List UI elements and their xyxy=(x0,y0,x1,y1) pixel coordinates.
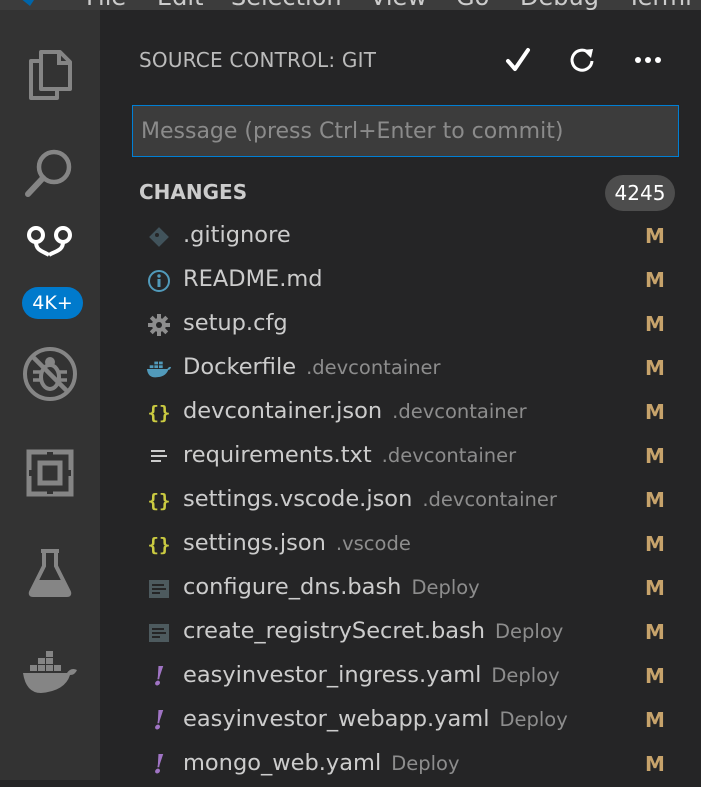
more-actions-button[interactable] xyxy=(631,43,665,77)
file-row-create-registry-secret[interactable]: create_registrySecret.bash Deploy M xyxy=(132,611,701,655)
file-row-setup-cfg[interactable]: setup.cfg M xyxy=(132,303,701,347)
modified-status: M xyxy=(645,532,665,556)
files-icon xyxy=(29,50,72,100)
search-button[interactable] xyxy=(0,128,100,218)
explorer-button[interactable] xyxy=(0,30,100,120)
modified-status: M xyxy=(645,664,665,688)
file-name: settings.vscode.json .devcontainer xyxy=(183,486,557,512)
modified-status: M xyxy=(645,488,665,512)
git-icon xyxy=(146,224,172,250)
file-row-settings-vscode-json[interactable]: {} settings.vscode.json .devcontainer M xyxy=(132,479,701,523)
json-icon: {} xyxy=(147,534,171,556)
menu-terminal[interactable]: Termi xyxy=(627,0,692,10)
file-name: create_registrySecret.bash Deploy xyxy=(183,618,564,644)
json-icon: {} xyxy=(147,402,171,424)
file-row-readme[interactable]: README.md M xyxy=(132,259,701,303)
docker-icon xyxy=(146,356,172,382)
changes-count-badge: 4245 xyxy=(605,175,675,211)
ellipsis-icon xyxy=(635,57,661,63)
no-debug-icon xyxy=(23,347,77,401)
file-name: Dockerfile .devcontainer xyxy=(183,354,441,380)
docker-button[interactable] xyxy=(0,628,100,718)
menu-go[interactable]: Go xyxy=(456,0,489,10)
yaml-icon: ! xyxy=(153,706,165,736)
modified-status: M xyxy=(645,268,665,292)
modified-status: M xyxy=(645,312,665,336)
yaml-icon: ! xyxy=(153,750,165,780)
commit-message-input[interactable] xyxy=(132,105,679,157)
file-row-devcontainer-json[interactable]: {} devcontainer.json .devcontainer M xyxy=(132,391,701,435)
text-file-icon xyxy=(146,444,172,470)
file-row-easyinvestor-ingress[interactable]: ! easyinvestor_ingress.yaml Deploy M xyxy=(132,655,701,699)
activity-bar: 4K+ xyxy=(0,10,100,780)
file-row-configure-dns[interactable]: configure_dns.bash Deploy M xyxy=(132,567,701,611)
refresh-icon xyxy=(570,48,594,72)
panel-title: SOURCE CONTROL: GIT xyxy=(139,48,377,72)
debug-button[interactable] xyxy=(0,329,100,419)
flask-icon xyxy=(28,549,72,597)
file-row-mongo-web[interactable]: ! mongo_web.yaml Deploy M xyxy=(132,743,701,787)
search-icon xyxy=(25,149,72,197)
menu-bar: File Edit Selection View Go Debug Termi xyxy=(0,0,701,10)
info-icon xyxy=(146,268,172,294)
modified-status: M xyxy=(645,576,665,600)
modified-status: M xyxy=(645,708,665,732)
source-control-icon xyxy=(27,226,72,257)
file-name: easyinvestor_webapp.yaml Deploy xyxy=(183,706,568,732)
menu-edit[interactable]: Edit xyxy=(157,0,203,10)
menu-view[interactable]: View xyxy=(370,0,427,10)
modified-status: M xyxy=(645,752,665,776)
modified-status: M xyxy=(645,620,665,644)
file-name: configure_dns.bash Deploy xyxy=(183,574,480,600)
gear-icon xyxy=(146,312,172,338)
check-icon xyxy=(506,48,530,71)
vscode-logo-icon xyxy=(22,0,34,6)
menu-file[interactable]: File xyxy=(86,0,126,10)
file-row-gitignore[interactable]: .gitignore M xyxy=(132,215,701,259)
file-name: easyinvestor_ingress.yaml Deploy xyxy=(183,662,560,688)
extensions-button[interactable] xyxy=(0,428,100,518)
commit-button[interactable] xyxy=(501,43,535,77)
shell-icon xyxy=(146,620,172,646)
test-button[interactable] xyxy=(0,528,100,618)
file-row-easyinvestor-webapp[interactable]: ! easyinvestor_webapp.yaml Deploy M xyxy=(132,699,701,743)
file-name: setup.cfg xyxy=(183,310,288,336)
modified-status: M xyxy=(645,444,665,468)
menu-debug[interactable]: Debug xyxy=(520,0,599,10)
modified-status: M xyxy=(645,356,665,380)
extensions-icon xyxy=(26,449,74,497)
docker-icon xyxy=(23,651,77,693)
file-row-settings-json[interactable]: {} settings.json .vscode M xyxy=(132,523,701,567)
changes-header[interactable]: CHANGES xyxy=(139,180,247,204)
refresh-button[interactable] xyxy=(565,43,599,77)
file-name: mongo_web.yaml Deploy xyxy=(183,750,460,776)
modified-status: M xyxy=(645,224,665,248)
file-name: devcontainer.json .devcontainer xyxy=(183,398,527,424)
file-name: settings.json .vscode xyxy=(183,530,411,556)
shell-icon xyxy=(146,576,172,602)
yaml-icon: ! xyxy=(153,662,165,692)
file-row-requirements-txt[interactable]: requirements.txt .devcontainer M xyxy=(132,435,701,479)
file-row-dockerfile[interactable]: Dockerfile .devcontainer M xyxy=(132,347,701,391)
menu-selection[interactable]: Selection xyxy=(231,0,342,10)
file-name: .gitignore xyxy=(183,222,291,248)
file-name: README.md xyxy=(183,266,323,292)
scm-count-badge: 4K+ xyxy=(22,287,83,319)
modified-status: M xyxy=(645,400,665,424)
json-icon: {} xyxy=(147,490,171,512)
source-control-panel: SOURCE CONTROL: GIT CHANGES 4245 .gitign… xyxy=(100,10,701,780)
file-name: requirements.txt .devcontainer xyxy=(183,442,517,468)
